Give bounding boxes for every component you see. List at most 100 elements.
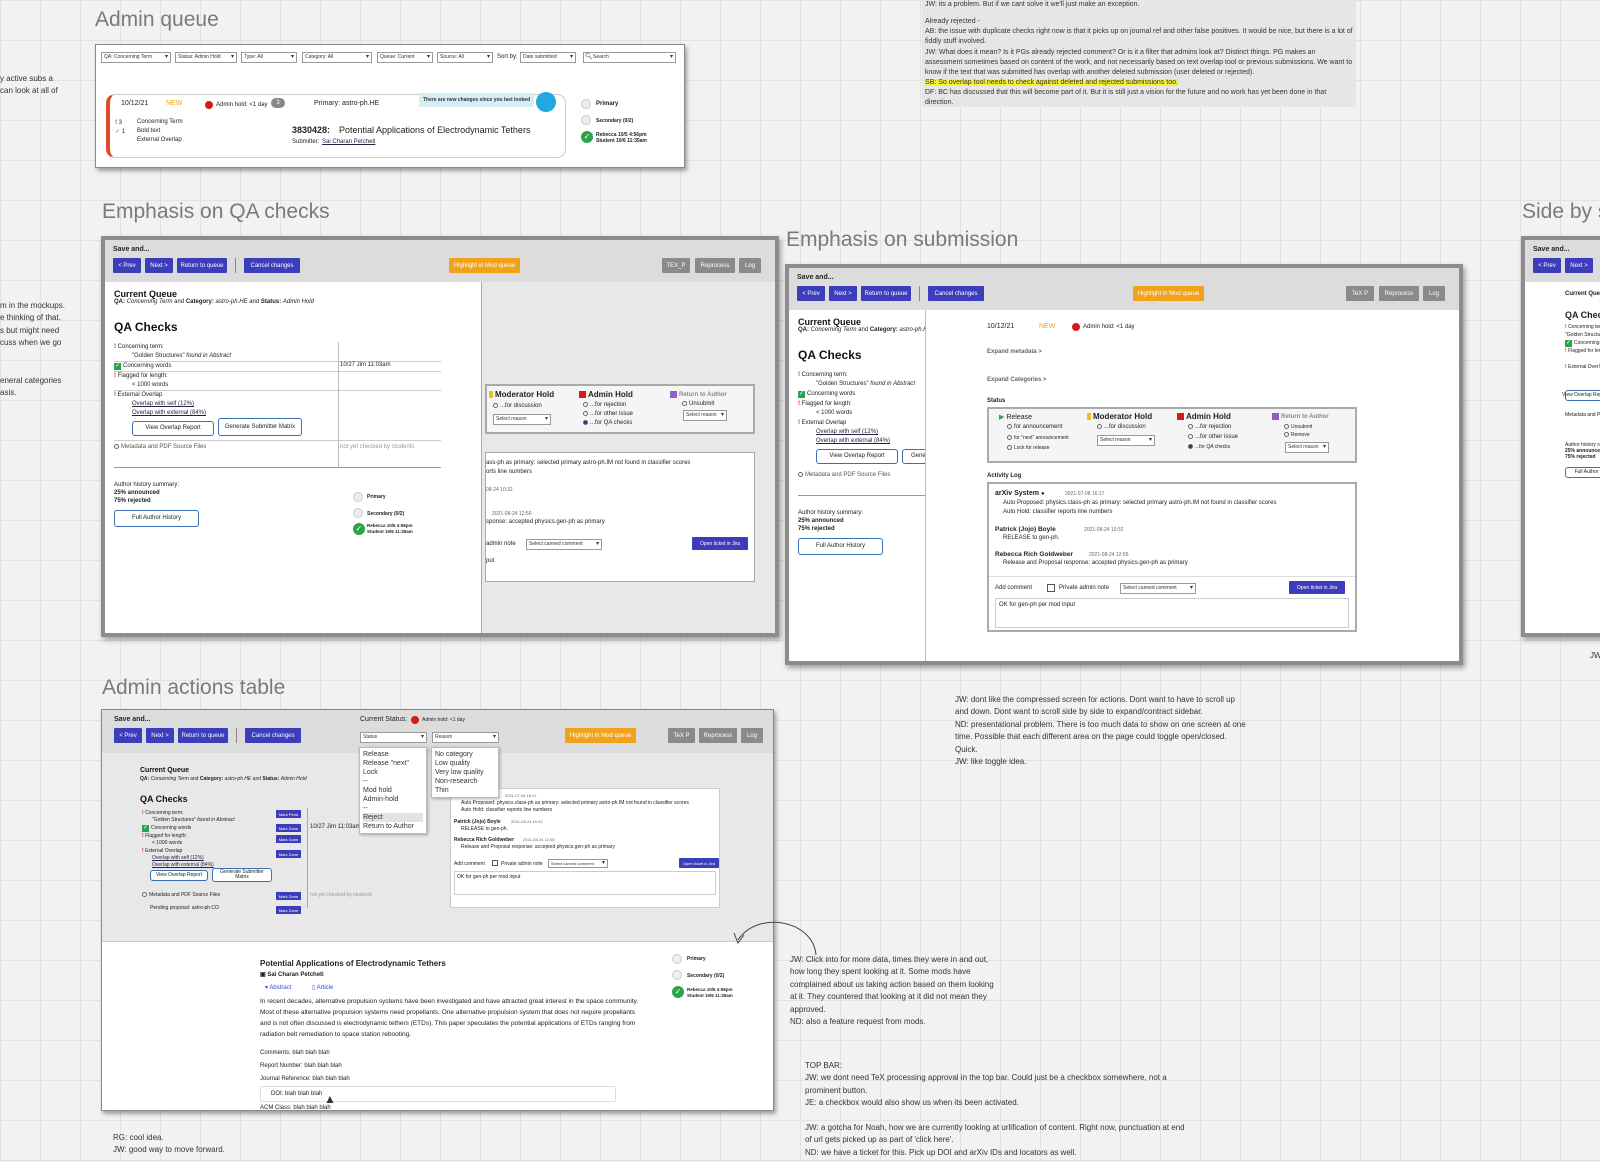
mark-button[interactable]: Mark Done <box>276 835 301 843</box>
mark-button[interactable]: Mark Done <box>276 850 301 858</box>
tex-button[interactable]: TeX P <box>668 728 695 743</box>
status-option[interactable]: Return to Author <box>363 822 423 831</box>
status-option[interactable]: Release <box>363 750 423 759</box>
radio-icon[interactable] <box>493 403 498 408</box>
status-option-highlighted[interactable]: Reject <box>363 813 423 822</box>
card-title[interactable]: Potential Applications of Electrodynamic… <box>339 125 530 135</box>
article-tab[interactable]: Article <box>317 985 334 991</box>
doi-field[interactable]: DOI: blah blah blah <box>260 1086 616 1102</box>
return-to-queue-button[interactable]: Return to queue <box>178 728 228 743</box>
status-option[interactable]: Release "next" <box>363 759 423 768</box>
return-reason-select[interactable]: Select reason <box>683 410 727 421</box>
radio-icon[interactable] <box>1007 435 1012 441</box>
open-jira-button[interactable]: Open ticket in Jira <box>1289 581 1345 594</box>
cancel-changes-button[interactable]: Cancel changes <box>245 728 301 743</box>
submitter-link[interactable]: Sai Charan Petcheti <box>322 139 375 145</box>
status-select[interactable]: Status <box>360 732 427 743</box>
status-option[interactable]: Lock <box>363 768 423 777</box>
next-button[interactable]: Next > <box>829 286 857 301</box>
reason-option[interactable]: Very low quality <box>435 768 495 777</box>
canned-comment-select[interactable]: Select canned comment <box>526 539 602 550</box>
reprocess-button[interactable]: Reprocess <box>699 728 737 743</box>
mod-reason-select[interactable]: Select reason <box>1097 435 1155 446</box>
return-reason-select[interactable]: Select reason <box>1285 442 1329 453</box>
return-to-queue-button[interactable]: Return to queue <box>861 286 911 301</box>
reprocess-button[interactable]: Reprocess <box>695 258 735 273</box>
mark-button[interactable]: Mark Pend <box>276 810 301 818</box>
generate-matrix-button[interactable]: Generate Submitter Matrix <box>218 418 302 436</box>
full-author-history-button[interactable]: Full Author History <box>798 538 883 555</box>
view-overlap-report-button[interactable]: View Overlap Report <box>150 870 208 881</box>
log-button[interactable]: Log <box>741 728 763 743</box>
filter-queue[interactable]: Queue: Current <box>377 52 433 63</box>
radio-icon[interactable] <box>1284 424 1289 430</box>
comment-count-icon[interactable]: 3 <box>271 98 285 108</box>
comment-input[interactable]: OK for gen-ph per mod input <box>454 871 716 895</box>
overlap-external-link[interactable]: Overlap with external (84%) <box>816 438 890 444</box>
full-author-history-button[interactable]: Full Author History <box>114 510 199 527</box>
open-jira-button[interactable]: Open ticket in Jira <box>679 858 719 868</box>
radio-selected-icon[interactable] <box>1188 444 1193 450</box>
radio-icon[interactable] <box>1284 432 1289 438</box>
mod-reason-select[interactable]: Select reason <box>493 414 551 425</box>
highlight-mod-queue-button[interactable]: Highlight in Mod queue <box>449 258 520 273</box>
status-option[interactable]: Admin-hold <box>363 795 423 804</box>
reason-dropdown[interactable]: No category Low quality Very low quality… <box>431 747 499 798</box>
tex-button[interactable]: TeX P <box>1346 286 1374 301</box>
radio-icon[interactable] <box>583 402 588 407</box>
overlap-self-link[interactable]: Overlap with self (12%) <box>132 401 194 407</box>
abstract-tab[interactable]: Abstract <box>269 985 291 991</box>
status-dropdown[interactable]: Release Release "next" Lock -- Mod hold … <box>359 747 427 834</box>
radio-icon[interactable] <box>583 411 588 416</box>
reason-option[interactable]: Low quality <box>435 759 495 768</box>
radio-icon[interactable] <box>682 401 687 406</box>
mark-button[interactable]: Mark Done <box>276 906 301 914</box>
prev-button[interactable]: < Prev <box>114 728 142 743</box>
radio-selected-icon[interactable] <box>583 420 588 425</box>
overlap-self-link[interactable]: Overlap with self (12%) <box>816 429 878 435</box>
radio-icon[interactable] <box>1007 445 1012 451</box>
log-button[interactable]: Log <box>1423 286 1445 301</box>
canned-comment-select[interactable]: Select canned comment <box>1120 583 1196 594</box>
search-input[interactable]: Search <box>583 52 676 63</box>
status-option[interactable]: Mod hold <box>363 786 423 795</box>
highlight-mod-queue-button[interactable]: Highlight in Mod queue <box>1133 286 1204 301</box>
reason-select[interactable]: Reason <box>432 732 499 743</box>
view-overlap-report-button[interactable]: View Overlap Report <box>1562 390 1600 401</box>
reason-option[interactable]: Non-research <box>435 777 495 786</box>
view-overlap-report-button[interactable]: View Overlap Report <box>816 449 898 464</box>
prev-button[interactable]: < Prev <box>1533 258 1561 273</box>
radio-icon[interactable] <box>1007 424 1012 429</box>
full-author-history-button[interactable]: Full Author History <box>1565 467 1600 478</box>
generate-matrix-button[interactable]: Gene <box>902 449 925 464</box>
sort-select[interactable]: Date submitted <box>520 52 576 63</box>
view-overlap-report-button[interactable]: View Overlap Report <box>132 421 214 436</box>
generate-matrix-button[interactable]: Generate Submitter Matrix <box>212 868 272 882</box>
next-button[interactable]: Next > <box>1565 258 1593 273</box>
private-note-checkbox[interactable] <box>492 860 498 866</box>
overlap-external-link[interactable]: Overlap with external (84%) <box>132 410 206 416</box>
reason-option[interactable]: No category <box>435 750 495 759</box>
reason-option[interactable]: Thin <box>435 786 495 795</box>
filter-type[interactable]: Type: All <box>241 52 297 63</box>
next-button[interactable]: Next > <box>145 258 173 273</box>
prev-button[interactable]: < Prev <box>797 286 825 301</box>
expand-categories-link[interactable]: Expand Categories > <box>987 377 1047 383</box>
cancel-changes-button[interactable]: Cancel changes <box>928 286 984 301</box>
expand-metadata-link[interactable]: Expand metadata > <box>987 349 1042 355</box>
prev-button[interactable]: < Prev <box>113 258 141 273</box>
private-note-checkbox[interactable] <box>1047 584 1055 592</box>
radio-icon[interactable] <box>1097 424 1102 429</box>
overlap-self-link[interactable]: Overlap with self (12%) <box>152 855 204 861</box>
mark-button[interactable]: Mark Done <box>276 892 301 900</box>
radio-icon[interactable] <box>1188 434 1193 439</box>
radio-icon[interactable] <box>1188 424 1193 429</box>
cursor-highlight-icon[interactable] <box>536 92 556 112</box>
filter-qa[interactable]: QA: Concerning Term <box>101 52 171 63</box>
filter-status[interactable]: Status: Admin Hold <box>175 52 237 63</box>
highlight-mod-queue-button[interactable]: Highlight in Mod queue <box>565 728 636 743</box>
next-button[interactable]: Next > <box>146 728 174 743</box>
log-button[interactable]: Log <box>739 258 761 273</box>
canned-comment-select[interactable]: Select canned comment <box>548 859 608 868</box>
overlap-external-link[interactable]: Overlap with external (84%) <box>152 862 214 868</box>
